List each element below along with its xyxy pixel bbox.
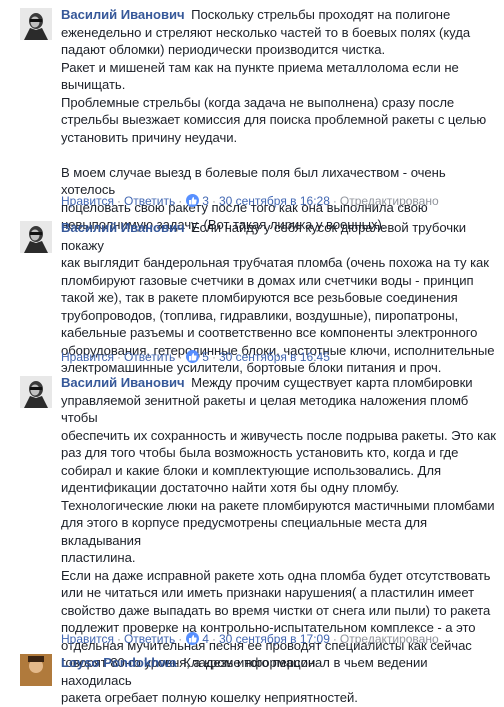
comment-text-line: для этого в корпусе предусмотрены специа… [61,515,427,548]
avatar[interactable] [20,654,52,686]
comment-timestamp[interactable]: 30 сентября в 16:45 [219,350,330,364]
reply-link[interactable]: Ответить [124,350,175,364]
comment-actions: Нравится · Ответить · 3 · 30 сентября в 16:28 ·… [61,194,439,208]
reply-link[interactable]: Ответить [124,194,175,208]
like-count[interactable]: 3 [202,194,209,208]
comment-actions: Нравится · Ответить · 4 · 30 сентября в 17:09 ·… [61,632,439,646]
comment-text-line: Ракет и мишеней там как на пункте приема… [61,59,459,75]
comment-text-line: Если на даже исправной ракете хоть одна … [61,567,491,583]
like-link[interactable]: Нравится [61,632,114,646]
avatar[interactable] [20,221,52,253]
comment-text-line: трубопроводов, (топлива, гидравлики, воз… [61,307,459,323]
comment-text-line: установить причину неудачи. [61,129,238,145]
like-count[interactable]: 5 [202,350,209,364]
comment-actions: Нравится · Ответить · 5 · 30 сентября в 16:45 [61,350,330,364]
comment-text-line: кабельные разъемы и соответственно все к… [61,325,478,340]
comment-author-link[interactable]: Василий Иванович [61,220,185,235]
comment-text-line: такой же), так в ракете пломбируются все… [61,290,458,305]
comment-timestamp[interactable]: 30 сентября в 16:28 [219,194,330,208]
comment-author-link[interactable]: Loyso Pondokhwa [61,655,177,670]
comment-body: Loyso Pondokhwa Кладезь информации [61,654,315,671]
like-count-icon[interactable] [186,194,200,207]
comment-text-line: падают обломки) периодически производитс… [61,42,386,57]
like-link[interactable]: Нравится [61,194,114,208]
comment-author-link[interactable]: Василий Иванович [61,7,185,22]
comment-text-line: или не читаться или иметь признаки наруш… [61,585,475,600]
edited-label[interactable]: Отредактировано [340,632,439,646]
comment-text-line: Поскольку стрельбы проходят на полигоне [191,7,451,22]
comment-text-line: свойство даже выпадать во время чистки о… [61,602,491,618]
comment-text-line: Технологические люки на ракете пломбирую… [61,497,495,513]
comment-text-line: пломбируют газовые счетчики в домах или … [61,272,474,288]
comment-text-line: Кладезь информации [183,655,316,670]
comment-text-line: Проблемные стрельбы (когда задача не вып… [61,94,455,110]
comment-text-line: управляемой зенитной ракеты и целая мето… [61,392,469,426]
like-count-icon[interactable] [186,632,200,645]
comment-text-line: ракета огребает полную кошелку неприятно… [61,690,358,705]
comment-text-line: пластилина. [61,550,136,565]
avatar[interactable] [20,376,52,408]
like-count[interactable]: 4 [202,632,209,646]
like-count-icon[interactable] [186,350,200,363]
reply-link[interactable]: Ответить [124,632,175,646]
edited-label[interactable]: Отредактировано [340,194,439,208]
comment-author-link[interactable]: Василий Иванович [61,375,185,390]
avatar[interactable] [20,8,52,40]
comment-text-line: идентификации достаточно найти хотя бы о… [61,480,400,495]
comment-text-line: Между прочим существует карта пломбировк… [191,375,473,390]
comment-timestamp[interactable]: 30 сентября в 17:09 [219,632,330,646]
comment-text-line: вычищать. [61,77,126,92]
comment-text-line: стрельбы выезжает комиссия для поиска пр… [61,112,487,127]
comment-text-line: раз для того чтобы была возможность уста… [61,445,459,460]
comment-text-line: обеспечить их сохранность и живучесть по… [61,427,496,443]
next-comment: Loyso Pondokhwa Кладезь информации [0,652,504,686]
comment-text-line: собирал и какие блоки и комплектующие ис… [61,462,442,478]
like-link[interactable]: Нравится [61,350,114,364]
comment-text-line: как выглядит бандерольная трубчатая плом… [61,255,489,270]
comment-text-line: еженедельно и стреляют несколько частей … [61,24,471,40]
